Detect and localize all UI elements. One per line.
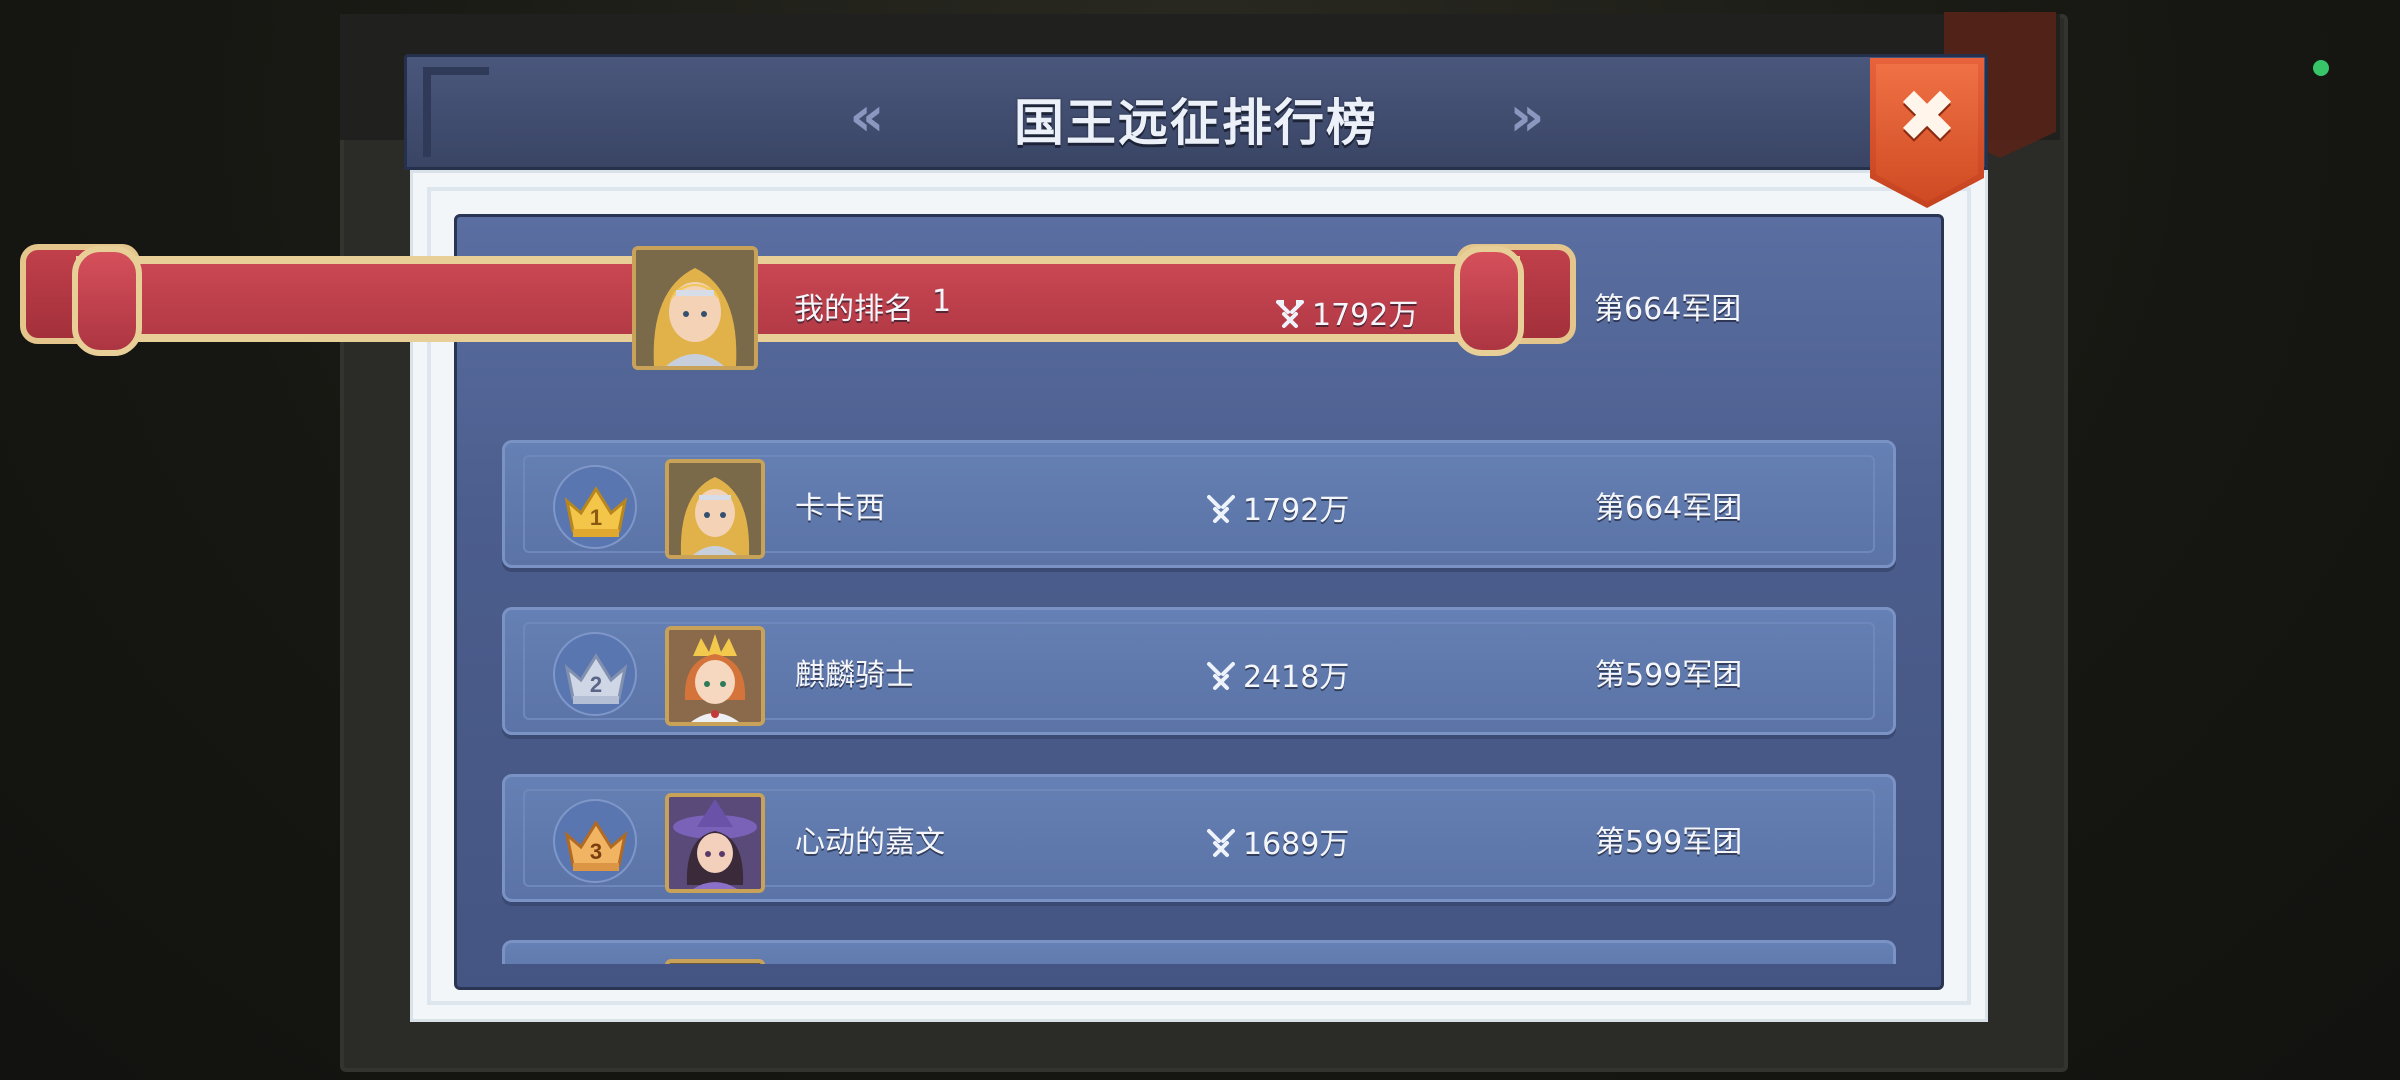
leaderboard-row[interactable]: 3 心动的嘉文 1689万 第599军团 (502, 774, 1896, 902)
my-rank-value: 1 (932, 284, 952, 319)
close-x-icon: ✖ (1896, 74, 1958, 158)
close-button[interactable]: ✖ (1870, 58, 1984, 208)
crossed-swords-icon (1207, 829, 1235, 857)
gold-crown-icon: 1 (553, 465, 637, 549)
player-power-value: 1689万 (1243, 827, 1350, 862)
player-legion: 第599军团 (1595, 658, 1743, 693)
leaderboard-row-partial[interactable] (502, 940, 1896, 964)
player-power: 1689万 (1205, 819, 1349, 863)
leaderboard-row[interactable]: 2 麒麟骑士 2418万 第599军团 (502, 607, 1896, 735)
silver-crown-icon: 2 (553, 632, 637, 716)
avatar[interactable] (665, 626, 765, 726)
crown-rank-number: 2 (590, 672, 602, 697)
my-power-value: 1792万 (1312, 298, 1419, 333)
crossed-swords-icon (1207, 495, 1235, 523)
player-power: 1792万 (1205, 485, 1349, 529)
player-legion: 第664军团 (1595, 491, 1743, 526)
page-title: 国王远征排行榜 (1014, 94, 1378, 152)
avatar[interactable] (665, 459, 765, 559)
my-power: 1792万 (1274, 290, 1418, 334)
avatar[interactable] (665, 793, 765, 893)
my-legion: 第664军团 (1594, 292, 1742, 327)
player-name: 心动的嘉文 (795, 825, 945, 860)
player-name: 麒麟骑士 (795, 658, 915, 693)
crossed-swords-icon (1276, 300, 1304, 328)
avatar (665, 959, 765, 964)
leaderboard-row[interactable]: 1 卡卡西 1792万 第664军团 (502, 440, 1896, 568)
crown-rank-number: 1 (590, 505, 602, 530)
crossed-swords-icon (1207, 662, 1235, 690)
player-power: 2418万 (1205, 652, 1349, 696)
player-power-value: 1792万 (1243, 493, 1350, 528)
ribbon-curl-right (1454, 246, 1524, 356)
title-bar: « 国王远征排行榜 » (404, 54, 1988, 170)
double-chevron-right-icon[interactable]: » (1497, 87, 1557, 147)
row-clip (454, 940, 1944, 964)
status-indicator-dot (2313, 60, 2329, 76)
player-name: 卡卡西 (795, 491, 885, 526)
player-legion: 第599军团 (1595, 825, 1743, 860)
ribbon-curl-left (72, 246, 142, 356)
my-avatar[interactable] (632, 246, 758, 370)
player-power-value: 2418万 (1243, 660, 1350, 695)
crown-rank-number: 3 (590, 839, 602, 864)
my-rank-label: 我的排名 (794, 292, 914, 327)
bronze-crown-icon: 3 (553, 799, 637, 883)
